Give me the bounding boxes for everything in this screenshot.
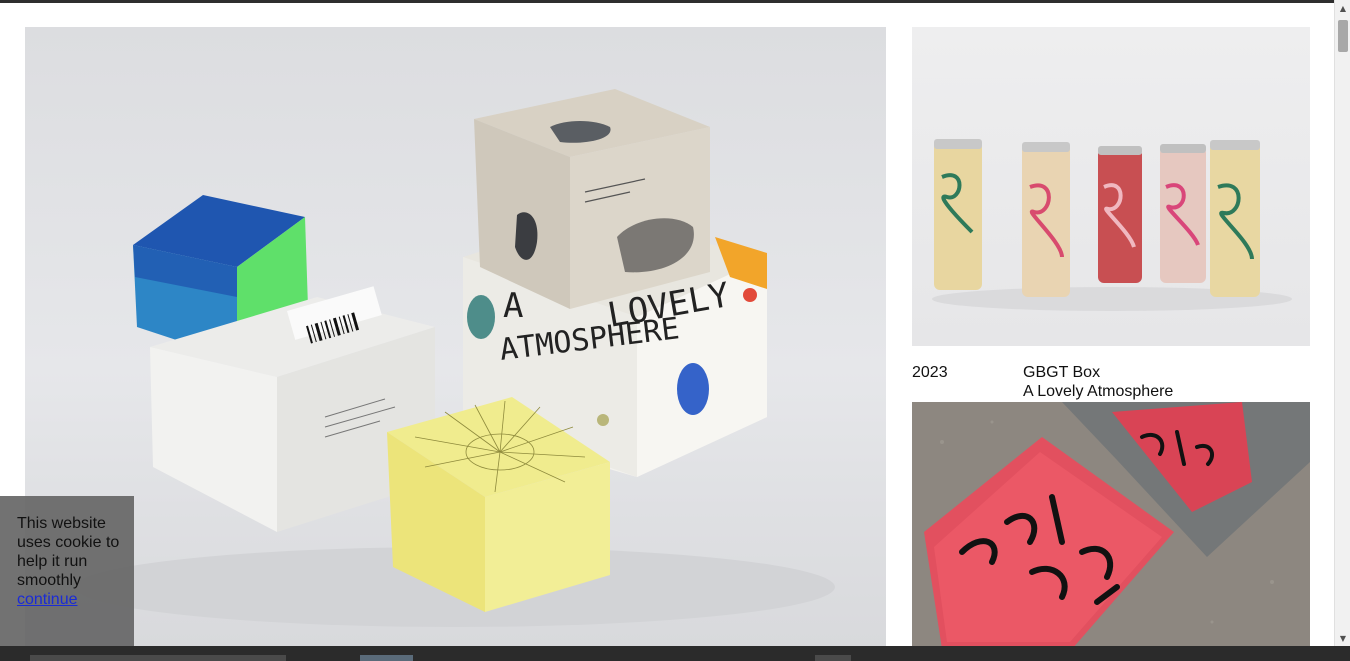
can-2 — [1022, 142, 1070, 297]
can-1 — [934, 139, 982, 290]
thumb-red-posters[interactable] — [912, 402, 1310, 646]
boxes-illustration: A LOVELY ATMOSPHERE — [75, 89, 835, 627]
scroll-down-arrow-icon[interactable]: ▼ — [1335, 630, 1350, 646]
scroll-up-arrow-icon[interactable]: ▲ — [1335, 0, 1350, 16]
can-4 — [1160, 144, 1206, 283]
taskbar-item[interactable] — [815, 655, 851, 661]
wine-cans-illustration — [932, 139, 1292, 311]
browser-viewport: A LOVELY ATMOSPHERE 2023 GBGT Box A Love… — [0, 0, 1334, 646]
cookie-message: This website uses cookie to help it run … — [17, 515, 120, 589]
project-year: 2023 — [912, 364, 948, 381]
project-title-line2[interactable]: A Lovely Atmosphere — [1023, 382, 1173, 401]
project-caption: 2023 GBGT Box A Lovely Atmosphere — [912, 363, 1310, 403]
posters-illustration — [912, 402, 1310, 646]
taskbar-item[interactable] — [30, 655, 286, 661]
cookie-notice: This website uses cookie to help it run … — [0, 496, 134, 646]
box-text-a: A — [503, 286, 523, 326]
project-title-line1[interactable]: GBGT Box — [1023, 363, 1173, 382]
taskbar-item[interactable] — [360, 655, 413, 661]
can-3 — [1098, 146, 1142, 283]
thumb-wine-cans[interactable] — [912, 27, 1310, 346]
cookie-continue-link[interactable]: continue — [17, 591, 78, 608]
project-titles[interactable]: GBGT Box A Lovely Atmosphere — [1023, 363, 1173, 401]
vertical-scrollbar[interactable]: ▲ ▼ — [1334, 0, 1350, 646]
scroll-thumb[interactable] — [1338, 20, 1348, 52]
taskbar — [0, 646, 1350, 661]
hero-image-boxes[interactable]: A LOVELY ATMOSPHERE — [25, 27, 886, 646]
can-5 — [1210, 140, 1260, 297]
